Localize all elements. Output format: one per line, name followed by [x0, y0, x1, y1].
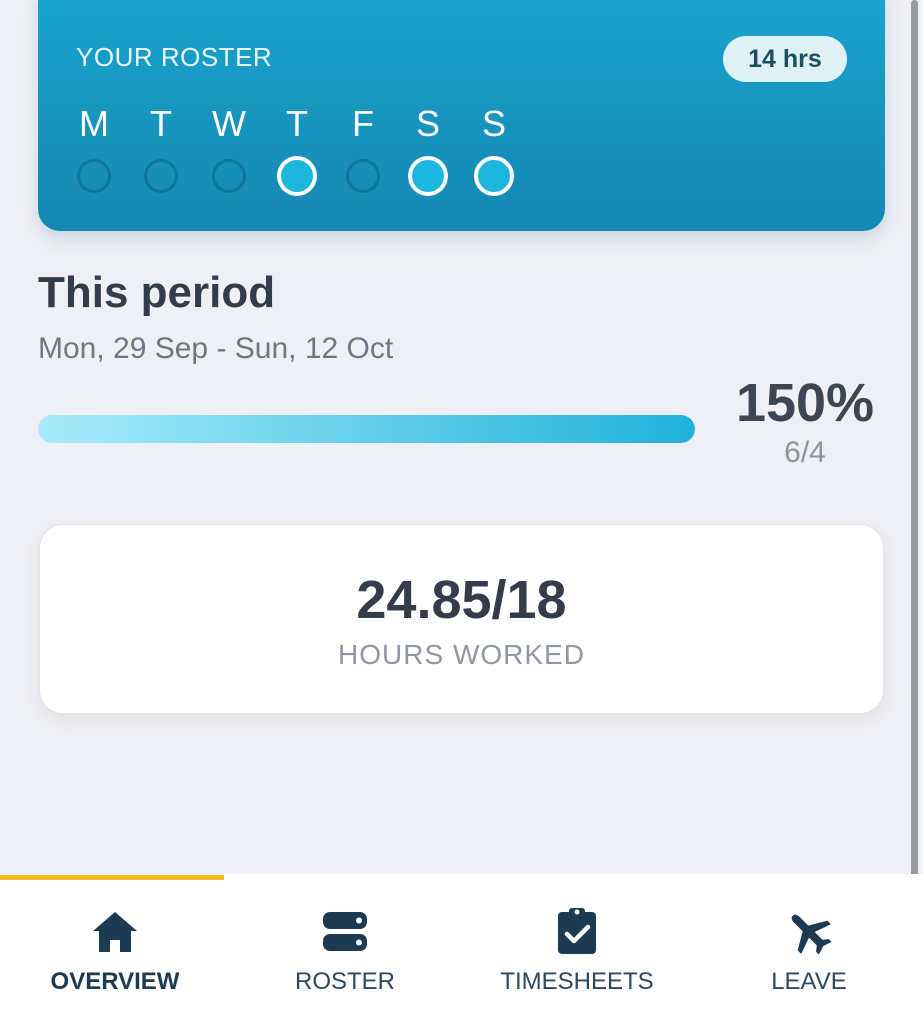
nav-label-leave: LEAVE: [771, 968, 847, 995]
period-dates: Mon, 29 Sep - Sun, 12 Oct: [38, 332, 394, 365]
nav-label-overview: OVERVIEW: [50, 968, 180, 995]
day-indicator-active: [474, 156, 514, 196]
hours-worked-card[interactable]: 24.85/18 HOURS WORKED: [39, 524, 884, 714]
period-title: This period: [38, 268, 276, 317]
nav-tab-timesheets[interactable]: TIMESHEETS: [462, 874, 692, 1025]
nav-tab-leave[interactable]: LEAVE: [694, 874, 923, 1025]
day-indicator-active: [408, 156, 448, 196]
period-percent: 150%: [735, 373, 875, 433]
airplane-icon: [791, 914, 832, 955]
roster-days: M T W T F S S: [74, 104, 574, 214]
roster-title: YOUR ROSTER: [76, 42, 273, 72]
hours-worked-value: 24.85/18: [356, 570, 567, 630]
period-progress-bar: [38, 415, 695, 443]
day-indicator: [144, 159, 178, 193]
day-letter: T: [286, 103, 308, 144]
day-indicator: [77, 159, 111, 193]
clipboard-check-icon: [558, 908, 596, 954]
day-indicator-active: [277, 156, 317, 196]
roster-hours-badge: 14 hrs: [723, 36, 847, 82]
day-letter: W: [212, 103, 246, 144]
nav-tab-roster[interactable]: ROSTER: [230, 874, 460, 1025]
day-letter: S: [481, 103, 506, 144]
day-letter: F: [352, 103, 374, 144]
day-indicator: [346, 159, 380, 193]
scrollbar[interactable]: [911, 0, 918, 935]
day-letter: M: [79, 103, 109, 144]
server-icon: [323, 912, 367, 951]
home-icon: [93, 912, 137, 952]
nav-tab-overview[interactable]: OVERVIEW: [0, 874, 230, 1025]
day-indicator: [212, 159, 246, 193]
period-progress-fill: [38, 415, 695, 443]
nav-label-timesheets: TIMESHEETS: [500, 968, 654, 995]
roster-card[interactable]: YOUR ROSTER 14 hrs M T W T F S S: [38, 0, 885, 231]
nav-label-roster: ROSTER: [294, 968, 395, 995]
period-ratio: 6/4: [784, 436, 826, 469]
bottom-nav: OVERVIEW ROSTER TIMESHEETS LEAVE: [0, 874, 923, 1025]
day-letter: S: [415, 103, 440, 144]
day-letter: T: [150, 103, 172, 144]
hours-worked-label: HOURS WORKED: [338, 639, 585, 670]
